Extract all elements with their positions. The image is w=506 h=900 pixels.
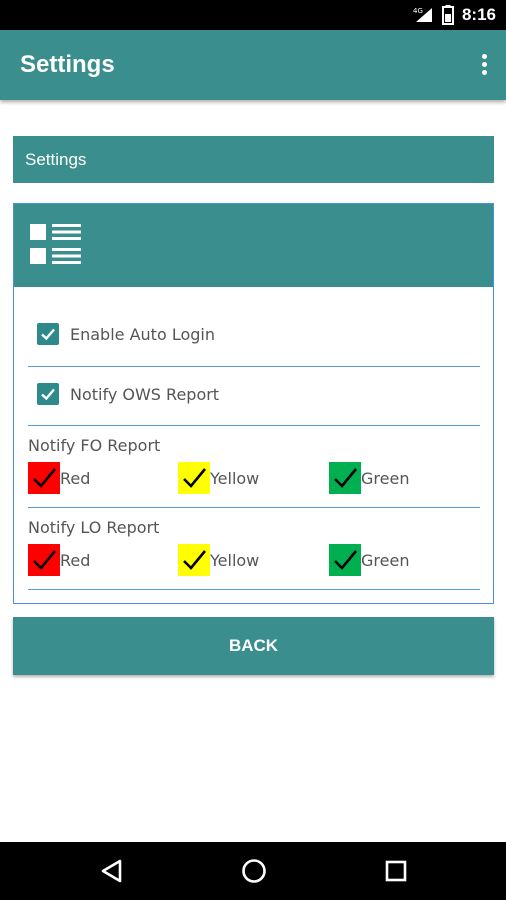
checkbox-checked-icon <box>37 383 59 405</box>
checkbox-checked-icon <box>37 323 59 345</box>
settings-card: Enable Auto Login Notify OWS Report Noti… <box>13 203 494 604</box>
battery-icon <box>441 5 454 25</box>
card-header <box>14 204 493 287</box>
notify-ows-report-label: Notify OWS Report <box>70 384 220 404</box>
check-mark-icon <box>28 544 60 576</box>
lo-yellow-checkbox[interactable]: Yellow <box>178 544 259 576</box>
section-title: Settings <box>25 149 87 169</box>
overflow-menu-icon[interactable] <box>480 54 488 78</box>
enable-auto-login-label: Enable Auto Login <box>70 324 215 344</box>
status-bar: 4G 8:16 <box>0 0 506 30</box>
fo-red-checkbox[interactable]: Red <box>28 462 90 494</box>
divider <box>28 425 480 426</box>
check-mark-icon <box>28 462 60 494</box>
section-header: Settings <box>13 136 494 183</box>
back-triangle-icon[interactable] <box>97 856 127 886</box>
check-mark-icon <box>329 544 361 576</box>
red-label: Red <box>60 468 91 488</box>
page-title: Settings <box>20 51 115 78</box>
red-label: Red <box>60 550 91 570</box>
notify-lo-report-label: Notify LO Report <box>28 518 160 537</box>
fo-green-checkbox[interactable]: Green <box>329 462 409 494</box>
check-mark-icon <box>178 544 210 576</box>
divider <box>28 507 480 508</box>
check-mark-icon <box>329 462 361 494</box>
green-label: Green <box>361 468 410 488</box>
network-signal-icon: 4G <box>412 6 434 24</box>
lo-color-options: Red Yellow Green <box>28 544 480 576</box>
list-view-icon <box>30 224 82 272</box>
lo-red-checkbox[interactable]: Red <box>28 544 90 576</box>
recents-square-icon[interactable] <box>381 856 411 886</box>
notify-ows-report-checkbox[interactable]: Notify OWS Report <box>28 365 480 423</box>
divider <box>28 589 480 590</box>
fo-color-options: Red Yellow Green <box>28 462 480 494</box>
yellow-label: Yellow <box>210 468 260 488</box>
back-button[interactable]: BACK <box>13 617 494 675</box>
svg-text:4G: 4G <box>413 7 423 15</box>
notify-fo-report-label: Notify FO Report <box>28 436 161 455</box>
green-label: Green <box>361 550 410 570</box>
app-bar: Settings <box>0 30 506 100</box>
yellow-label: Yellow <box>210 550 260 570</box>
check-mark-icon <box>178 462 210 494</box>
status-time: 8:16 <box>461 5 496 24</box>
fo-yellow-checkbox[interactable]: Yellow <box>178 462 259 494</box>
lo-green-checkbox[interactable]: Green <box>329 544 409 576</box>
enable-auto-login-checkbox[interactable]: Enable Auto Login <box>28 305 480 363</box>
system-nav-bar <box>0 842 506 900</box>
home-circle-icon[interactable] <box>239 856 269 886</box>
